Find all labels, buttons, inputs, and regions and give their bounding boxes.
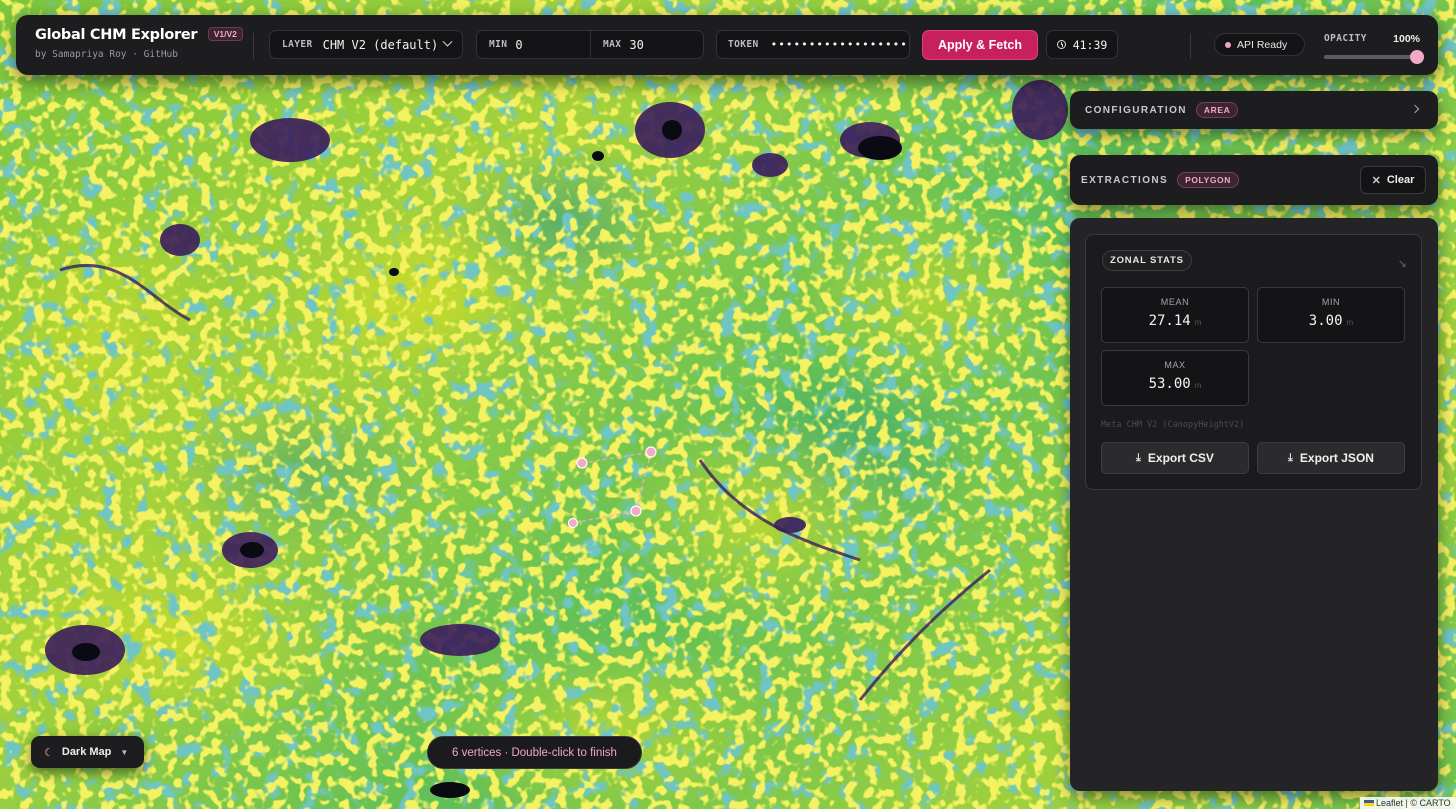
max-input[interactable]: MAX 30	[590, 31, 703, 58]
version-badge[interactable]: V1/V2	[207, 27, 243, 41]
api-status-badge: API Ready	[1214, 33, 1305, 56]
range-inputs: MIN 0 MAX 30	[476, 30, 704, 59]
stat-value: 3.00	[1308, 313, 1343, 329]
stat-min: MIN 3.00 m	[1257, 287, 1405, 343]
chevron-right-icon[interactable]	[1410, 104, 1420, 114]
opacity-slider[interactable]	[1324, 50, 1424, 64]
export-csv-label: Export CSV	[1147, 451, 1214, 465]
chevron-down-icon: ▼	[120, 747, 129, 757]
configuration-title: CONFIGURATION	[1085, 104, 1187, 116]
api-status-text: API Ready	[1237, 38, 1288, 51]
moon-icon: ☾	[44, 746, 54, 759]
opacity-label: OPACITY	[1324, 33, 1367, 44]
zonal-stats-card: ZONAL STATS ↘ MEAN 27.14 m MIN 3.00 m MAX …	[1085, 234, 1422, 490]
extractions-title: EXTRACTIONS	[1081, 174, 1169, 186]
min-input[interactable]: MIN 0	[477, 31, 590, 58]
opacity-control: OPACITY 100%	[1324, 33, 1424, 64]
basemap-label: Dark Map	[61, 746, 112, 758]
status-dot-icon	[1225, 41, 1231, 48]
export-csv-button[interactable]: ⤓ Export CSV	[1101, 442, 1249, 474]
apply-fetch-button[interactable]: Apply & Fetch	[922, 30, 1038, 60]
close-icon: ✕	[1371, 174, 1381, 187]
opacity-value: 100%	[1393, 33, 1420, 45]
stat-unit: m	[1194, 318, 1202, 327]
app-title: Global CHM Explorer	[35, 27, 198, 43]
basemap-select[interactable]: ☾ Dark Map ▼	[31, 736, 144, 768]
extractions-tag: POLYGON	[1177, 172, 1240, 188]
data-source-label: Meta CHM V2 (CanopyHeightV2)	[1101, 420, 1245, 430]
stat-label: MEAN	[1160, 297, 1190, 307]
opacity-slider-handle[interactable]	[1410, 50, 1424, 64]
download-icon: ⤓	[1136, 451, 1141, 464]
stat-value: 27.14	[1148, 313, 1191, 329]
clock-icon	[1056, 40, 1066, 49]
export-json-label: Export JSON	[1299, 451, 1374, 465]
stat-label: MIN	[1321, 297, 1341, 307]
token-label: TOKEN	[728, 39, 759, 50]
stat-value: 53.00	[1148, 376, 1191, 392]
configuration-tag: AREA	[1195, 102, 1239, 118]
session-timer: 41:39	[1046, 30, 1118, 59]
download-icon: ⤓	[1288, 451, 1293, 464]
collapse-arrow-icon[interactable]: ↘	[1398, 257, 1407, 270]
draw-hint: 6 vertices · Double-click to finish	[427, 736, 642, 769]
stat-mean: MEAN 27.14 m	[1101, 287, 1249, 343]
timer-value: 41:39	[1072, 37, 1108, 52]
layer-value: CHM V2 (default)	[322, 37, 439, 52]
brand: Global CHM Explorer V1/V2 by Samapriya R…	[35, 26, 243, 60]
extractions-panel: EXTRACTIONS POLYGON ✕ Clear	[1070, 155, 1438, 205]
results-panel: ZONAL STATS ↘ MEAN 27.14 m MIN 3.00 m MAX …	[1070, 218, 1438, 791]
stat-unit: m	[1194, 381, 1202, 390]
flag-icon	[1364, 800, 1374, 806]
stat-label: MAX	[1164, 360, 1186, 370]
min-value: 0	[515, 37, 523, 52]
clear-label: Clear	[1386, 174, 1415, 186]
clear-button[interactable]: ✕ Clear	[1360, 166, 1426, 194]
attribution-text: Leaflet | © CARTO	[1376, 798, 1451, 808]
min-label: MIN	[489, 39, 508, 50]
app-subtitle[interactable]: by Samapriya Roy · GitHub	[35, 49, 243, 60]
export-json-button[interactable]: ⤓ Export JSON	[1257, 442, 1405, 474]
max-value: 30	[629, 37, 644, 52]
opacity-slider-fill	[1324, 55, 1420, 59]
configuration-panel[interactable]: CONFIGURATION AREA	[1070, 91, 1438, 129]
token-value: ••••••••••••••••••	[770, 38, 908, 51]
token-input[interactable]: TOKEN ••••••••••••••••••	[716, 30, 910, 59]
toolbar-divider	[253, 33, 254, 59]
layer-select[interactable]: LAYER CHM V2 (default)	[269, 30, 463, 59]
layer-label: LAYER	[282, 39, 313, 50]
max-label: MAX	[603, 39, 622, 50]
toolbar-divider	[1190, 33, 1191, 59]
stat-max: MAX 53.00 m	[1101, 350, 1249, 406]
chevron-down-icon	[442, 36, 453, 47]
stat-unit: m	[1346, 318, 1354, 327]
top-toolbar: Global CHM Explorer V1/V2 by Samapriya R…	[16, 15, 1438, 75]
map-attribution[interactable]: Leaflet | © CARTO	[1360, 797, 1456, 809]
zonal-stats-title: ZONAL STATS	[1102, 250, 1192, 271]
